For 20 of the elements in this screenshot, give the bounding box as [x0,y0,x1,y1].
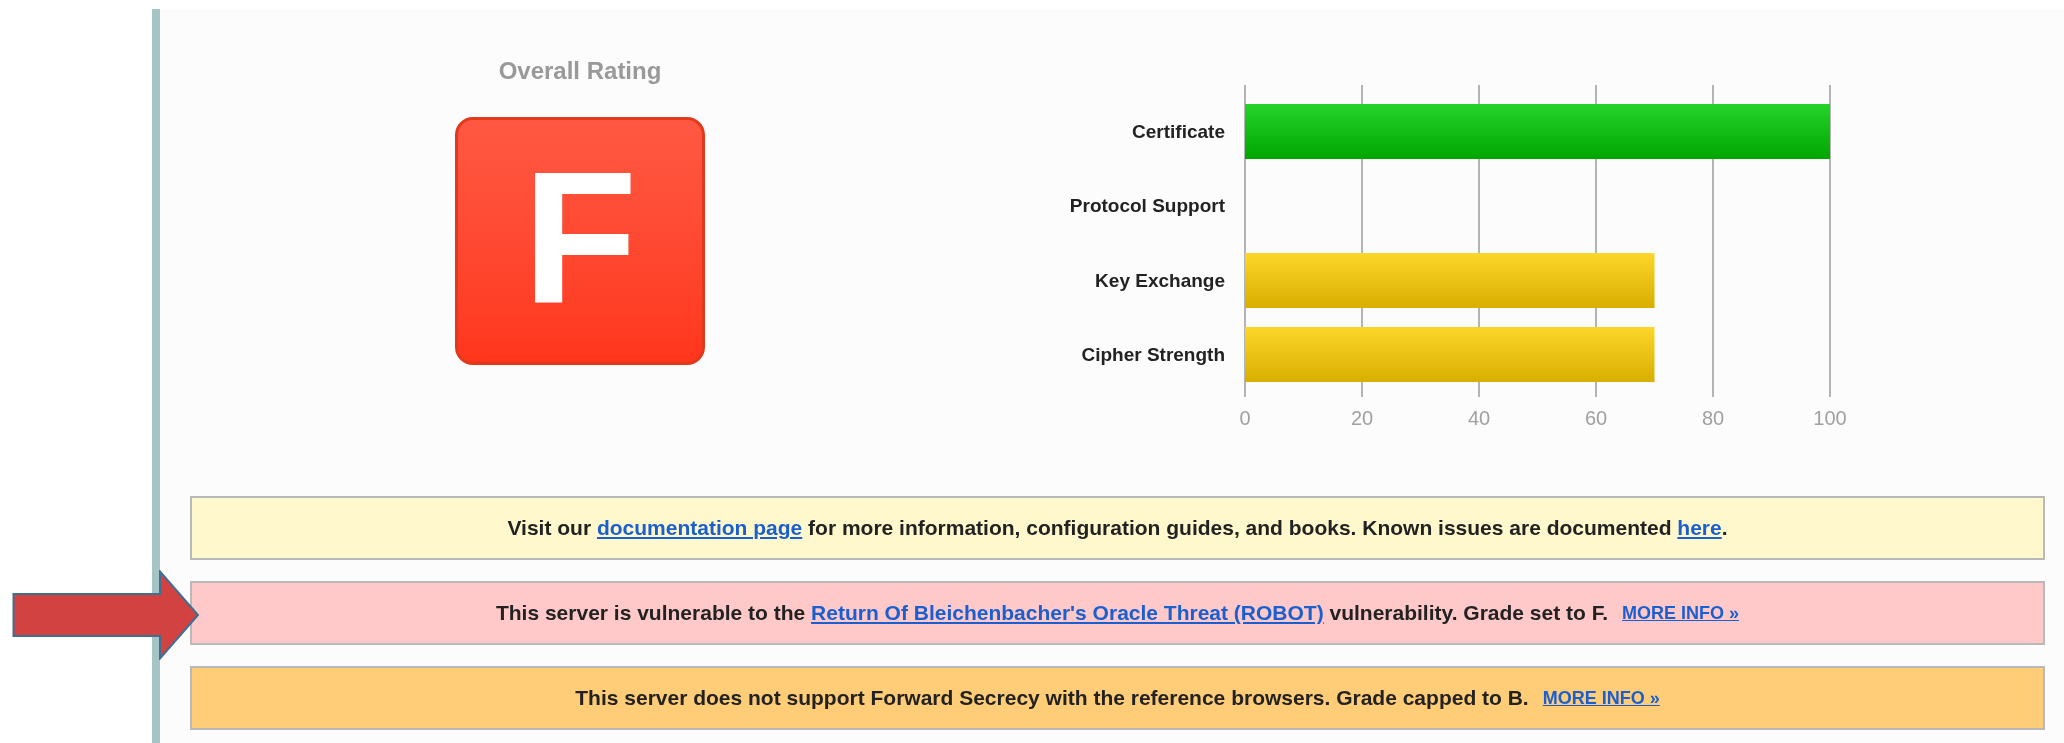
more-info-link[interactable]: MORE INFO » [1542,684,1660,712]
grade-badge: F [455,117,705,365]
more-info-link[interactable]: MORE INFO » [1622,599,1740,627]
category-label: Certificate [1132,121,1225,142]
category-label: Cipher Strength [1081,344,1225,365]
axis-tick-label: 100 [1813,407,1847,429]
axis-tick-label: 0 [1239,407,1251,429]
banner-message: Visit our documentation page for more information, configuration guides, and books. Known issues are documented here. [507,515,1728,542]
text-link[interactable]: documentation page [596,516,803,540]
banner-message: This server is vulnerable to the Return Of Bleichenbacher's Oracle Threat (ROBOT) vulnerability. Grade set to F. [495,600,1609,627]
text-link[interactable]: here [1677,516,1722,540]
axis-tick-label: 60 [1584,407,1608,429]
text-link[interactable]: Return Of Bleichenbacher's Oracle Threat (ROBOT) [811,601,1324,625]
category-label: Key Exchange [1095,270,1225,291]
axis-tick-label: 20 [1350,407,1374,429]
banner-message: This server does not support Forward Secrecy with the reference browsers. Grade capped to B. [575,685,1529,712]
axis-tick-label: 80 [1701,407,1725,429]
rating-title: Overall Rating [498,59,662,83]
category-label: Protocol Support [1069,195,1225,216]
axis-tick-label: 40 [1467,407,1491,429]
